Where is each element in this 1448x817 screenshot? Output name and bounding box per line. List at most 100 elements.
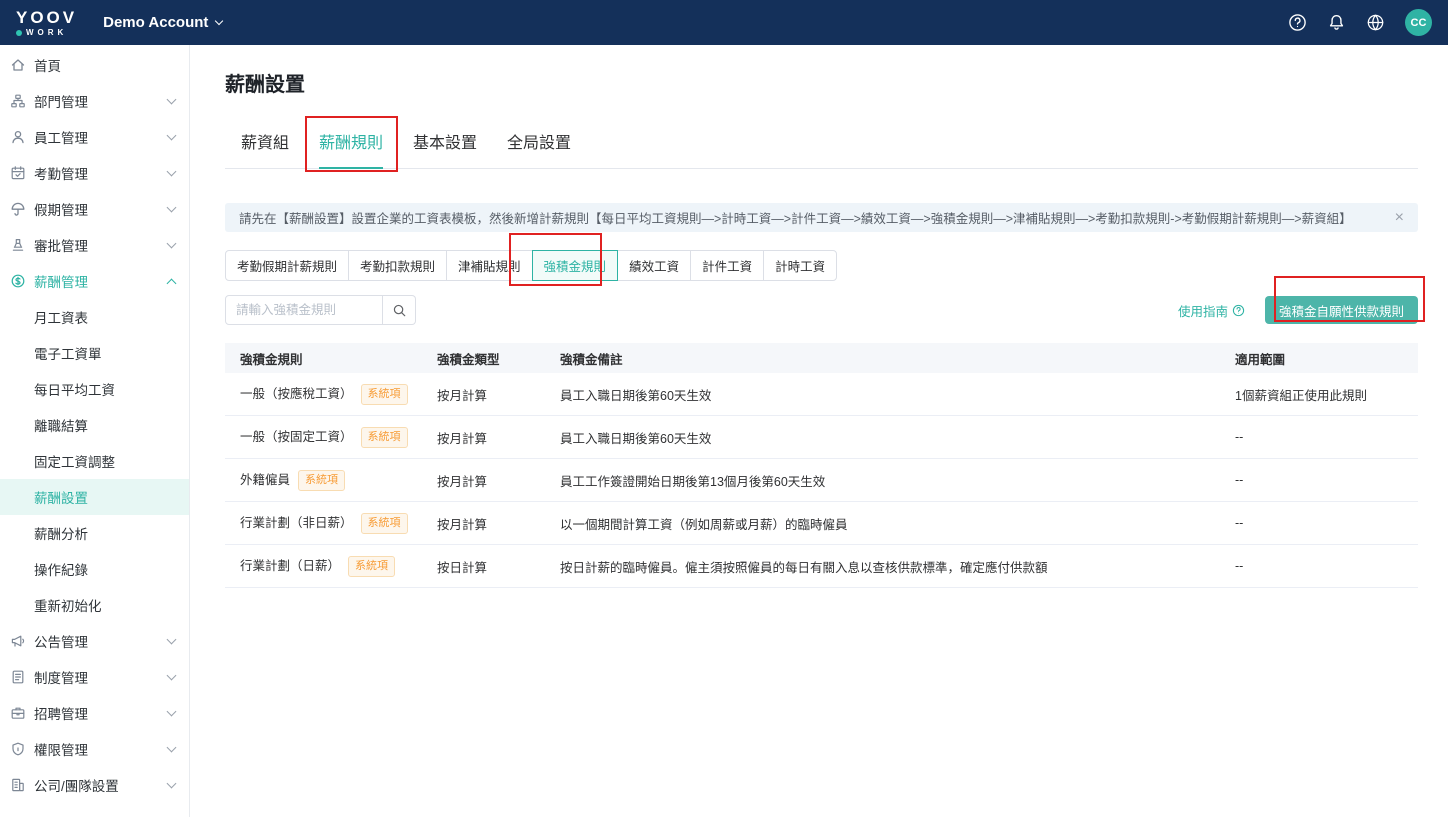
- submenu-epayslip[interactable]: 電子工資單: [0, 335, 189, 371]
- org-chart-icon: [10, 93, 26, 109]
- chevron-down-icon: [167, 635, 177, 645]
- stamp-icon: [10, 237, 26, 253]
- submenu-payroll-analysis[interactable]: 薪酬分析: [0, 515, 189, 551]
- system-badge: 系統項: [361, 384, 408, 405]
- rule-name: 一般（按固定工資）: [240, 430, 353, 444]
- yoov-work-logo[interactable]: YOOV WORK: [16, 9, 77, 37]
- dollar-circle-icon: [10, 273, 26, 289]
- sidebar-item-label: 權限管理: [34, 739, 88, 759]
- sidebar-item-announcement[interactable]: 公告管理: [0, 623, 189, 659]
- rule-type: 按月計算: [437, 385, 560, 404]
- rule-scope: --: [1235, 516, 1418, 530]
- subtab-allowance-rules[interactable]: 津補貼規則: [446, 250, 533, 281]
- chevron-down-icon: [167, 95, 177, 105]
- rule-name: 行業計劃（非日薪）: [240, 516, 353, 530]
- sidebar-item-permission[interactable]: 權限管理: [0, 731, 189, 767]
- sidebar-item-department[interactable]: 部門管理: [0, 83, 189, 119]
- logo-text-line1: YOOV: [16, 9, 77, 26]
- search-button[interactable]: [383, 295, 416, 325]
- user-avatar[interactable]: CC: [1405, 9, 1432, 36]
- umbrella-icon: [10, 201, 26, 217]
- logo-dot-icon: [16, 30, 22, 36]
- table-row[interactable]: 外籍僱員系統項 按月計算 員工工作簽證開始日期後第13個月後第60天生效 --: [225, 459, 1418, 502]
- submenu-termination-settlement[interactable]: 離職結算: [0, 407, 189, 443]
- chevron-down-icon: [167, 131, 177, 141]
- submenu-fixed-wage-adjustment[interactable]: 固定工資調整: [0, 443, 189, 479]
- page-title: 薪酬設置: [225, 68, 1418, 94]
- main-content: 薪酬設置 薪資組 薪酬規則 基本設置 全局設置 請先在【薪酬設置】設置企業的工資…: [190, 45, 1448, 817]
- help-icon[interactable]: [1288, 13, 1307, 32]
- rule-note: 員工入職日期後第60天生效: [560, 385, 1235, 404]
- chevron-up-icon: [167, 278, 177, 288]
- search-box: [225, 295, 416, 325]
- submenu-reinitialize[interactable]: 重新初始化: [0, 587, 189, 623]
- mpf-voluntary-contribution-rule-button[interactable]: 強積金自願性供款規則: [1265, 296, 1418, 324]
- submenu-item-label: 重新初始化: [34, 595, 102, 615]
- chevron-down-icon: [167, 779, 177, 789]
- subtab-mpf-rules[interactable]: 強積金規則: [532, 250, 619, 281]
- notification-bell-icon[interactable]: [1327, 13, 1346, 32]
- logo-text-line2: WORK: [26, 29, 67, 37]
- search-input[interactable]: [225, 295, 383, 325]
- close-icon[interactable]: ×: [1395, 210, 1404, 226]
- chevron-down-icon: [167, 167, 177, 177]
- system-badge: 系統項: [361, 513, 408, 534]
- sidebar-item-employee[interactable]: 員工管理: [0, 119, 189, 155]
- tab-global-settings[interactable]: 全局設置: [507, 116, 571, 168]
- sidebar-item-home[interactable]: 首頁: [0, 47, 189, 83]
- table-row[interactable]: 行業計劃（日薪）系統項 按日計算 按日計薪的臨時僱員。僱主須按照僱員的每日有關入…: [225, 545, 1418, 588]
- rule-note: 員工工作簽證開始日期後第13個月後第60天生效: [560, 471, 1235, 490]
- system-badge: 系統項: [298, 470, 345, 491]
- sidebar-item-policy[interactable]: 制度管理: [0, 659, 189, 695]
- table-row[interactable]: 一般（按固定工資）系統項 按月計算 員工入職日期後第60天生效 --: [225, 416, 1418, 459]
- submenu-item-label: 操作紀錄: [34, 559, 88, 579]
- subtab-performance-pay[interactable]: 績效工資: [617, 250, 691, 281]
- rule-name: 外籍僱員: [240, 473, 290, 487]
- mpf-rules-table: 強積金規則 強積金類型 強積金備註 適用範圍 一般（按應稅工資）系統項 按月計算…: [225, 343, 1418, 588]
- table-row[interactable]: 行業計劃（非日薪）系統項 按月計算 以一個期間計算工資（例如周薪或月薪）的臨時僱…: [225, 502, 1418, 545]
- column-header: 強積金類型: [437, 349, 560, 368]
- table-row[interactable]: 一般（按應稅工資）系統項 按月計算 員工入職日期後第60天生效 1個薪資組正使用…: [225, 373, 1418, 416]
- submenu-payroll-settings[interactable]: 薪酬設置: [0, 479, 189, 515]
- building-icon: [10, 777, 26, 793]
- account-switcher[interactable]: Demo Account: [103, 14, 222, 31]
- column-header: 強積金規則: [240, 349, 437, 368]
- tab-payroll-rules[interactable]: 薪酬規則: [319, 116, 383, 169]
- tab-salary-group[interactable]: 薪資組: [241, 116, 289, 168]
- subtab-attendance-leave-rules[interactable]: 考勤假期計薪規則: [225, 250, 349, 281]
- chevron-down-icon: [167, 707, 177, 717]
- rule-scope: 1個薪資組正使用此規則: [1235, 385, 1418, 404]
- briefcase-icon: [10, 705, 26, 721]
- sidebar-item-leave[interactable]: 假期管理: [0, 191, 189, 227]
- sidebar-item-company-settings[interactable]: 公司/團隊設置: [0, 767, 189, 803]
- sidebar-item-attendance[interactable]: 考勤管理: [0, 155, 189, 191]
- account-label: Demo Account: [103, 14, 208, 31]
- rule-note: 以一個期間計算工資（例如周薪或月薪）的臨時僱員: [560, 514, 1235, 533]
- sidebar-item-label: 薪酬管理: [34, 271, 88, 291]
- submenu-operation-log[interactable]: 操作紀錄: [0, 551, 189, 587]
- sidebar-item-payroll[interactable]: 薪酬管理: [0, 263, 189, 299]
- sidebar-item-approval[interactable]: 審批管理: [0, 227, 189, 263]
- subtab-hourly-pay[interactable]: 計時工資: [763, 250, 837, 281]
- toolbar: 使用指南 強積金自願性供款規則: [225, 295, 1418, 325]
- tab-basic-settings[interactable]: 基本設置: [413, 116, 477, 168]
- language-globe-icon[interactable]: [1366, 13, 1385, 32]
- sidebar-item-label: 員工管理: [34, 127, 88, 147]
- sidebar-item-recruitment[interactable]: 招聘管理: [0, 695, 189, 731]
- subtab-attendance-deduction-rules[interactable]: 考勤扣款規則: [348, 250, 447, 281]
- submenu-daily-average-wage[interactable]: 每日平均工資: [0, 371, 189, 407]
- user-guide-link[interactable]: 使用指南: [1178, 301, 1245, 320]
- shield-icon: [10, 741, 26, 757]
- question-circle-icon: [1232, 304, 1245, 317]
- home-icon: [10, 57, 26, 73]
- submenu-item-label: 離職結算: [34, 415, 88, 435]
- submenu-monthly-payroll[interactable]: 月工資表: [0, 299, 189, 335]
- rule-type: 按月計算: [437, 471, 560, 490]
- chevron-down-icon: [167, 239, 177, 249]
- submenu-item-label: 電子工資單: [34, 343, 102, 363]
- sidebar-item-label: 假期管理: [34, 199, 88, 219]
- rule-scope: --: [1235, 559, 1418, 573]
- chevron-down-icon: [167, 203, 177, 213]
- search-icon: [392, 303, 407, 318]
- subtab-piece-rate-pay[interactable]: 計件工資: [690, 250, 764, 281]
